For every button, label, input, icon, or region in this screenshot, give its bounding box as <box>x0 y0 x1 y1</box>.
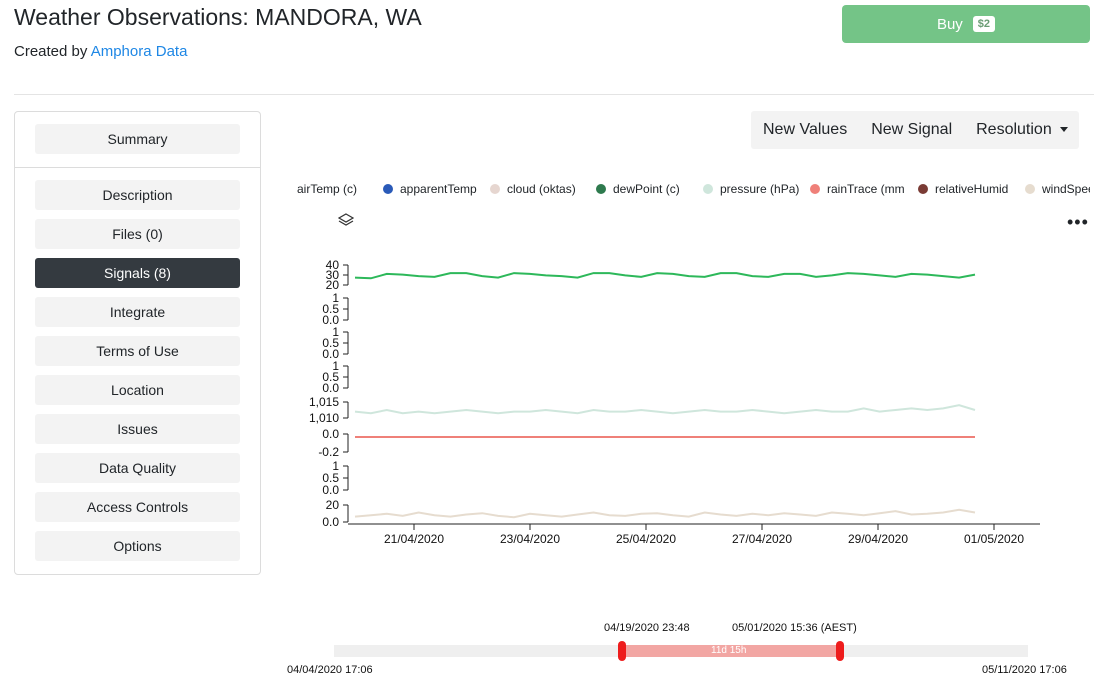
legend-item[interactable]: cloud (oktas) <box>490 182 576 196</box>
sidebar-item-files[interactable]: Files (0) <box>35 219 240 249</box>
series-line <box>354 404 976 415</box>
y-tick-label: 0.0 <box>322 427 339 441</box>
y-tick-label: 1 <box>332 459 339 473</box>
legend-item[interactable]: apparentTemp <box>383 182 477 196</box>
series-line <box>354 272 976 280</box>
created-by-label: Created by <box>14 43 88 60</box>
y-tick-label: 0.5 <box>322 302 339 316</box>
y-tick-label: 0.0 <box>322 515 339 529</box>
sidebar: Summary Description Files (0) Signals (8… <box>14 111 261 575</box>
series-line <box>354 508 976 519</box>
legend-item[interactable]: pressure (hPa) <box>703 182 799 196</box>
legend-dot <box>810 184 820 194</box>
more-options-icon[interactable]: ••• <box>1067 213 1089 231</box>
legend-dot <box>383 184 393 194</box>
chevron-down-icon <box>1059 127 1068 133</box>
buy-button[interactable]: Buy $2 <box>842 5 1090 43</box>
legend-label: rainTrace (mm <box>827 182 905 196</box>
x-tick-label: 29/04/2020 <box>848 532 908 546</box>
legend-label: airTemp (c) <box>297 182 358 196</box>
y-tick-label: 0.0 <box>322 347 339 361</box>
legend-label: cloud (oktas) <box>507 182 576 196</box>
range-handle-end <box>836 641 844 661</box>
layers-icon[interactable] <box>338 213 354 229</box>
sidebar-divider <box>15 167 260 168</box>
legend-label: windSpeed <box>1042 182 1090 196</box>
x-tick-label: 21/04/2020 <box>384 532 444 546</box>
y-tick-label: 1 <box>332 325 339 339</box>
sidebar-item-access-controls[interactable]: Access Controls <box>35 492 240 522</box>
y-tick-label: 0.5 <box>322 370 339 384</box>
sidebar-item-signals[interactable]: Signals (8) <box>35 258 240 288</box>
header-divider <box>14 94 1094 95</box>
y-tick-label: 0.0 <box>322 313 339 327</box>
author-link[interactable]: Amphora Data <box>91 43 188 60</box>
buy-label: Buy <box>936 15 963 33</box>
sidebar-item-description[interactable]: Description <box>35 180 240 210</box>
y-tick-label: 20 <box>326 498 340 512</box>
legend-dot <box>918 184 928 194</box>
range-full-end: 05/11/2020 17:06 <box>982 664 1067 676</box>
legend-label: apparentTemp <box>400 182 477 196</box>
x-tick-label: 27/04/2020 <box>732 532 792 546</box>
legend-item[interactable]: airTemp (c) <box>297 182 357 196</box>
page-title: Weather Observations: MANDORA, WA <box>14 4 422 30</box>
legend-label: dewPoint (c) <box>613 182 680 196</box>
new-signal-button[interactable]: New Signal <box>859 121 964 139</box>
chart-legend: airTemp (c) apparentTemp cloud (oktas) d… <box>290 180 1090 200</box>
legend-dot <box>703 184 713 194</box>
legend-dot <box>490 184 500 194</box>
y-tick-label: 0.5 <box>322 336 339 350</box>
y-tick-label: 40 <box>326 258 340 272</box>
legend-label: relativeHumid <box>935 182 1009 196</box>
sidebar-item-location[interactable]: Location <box>35 375 240 405</box>
sidebar-item-terms-of-use[interactable]: Terms of Use <box>35 336 240 366</box>
sidebar-item-options[interactable]: Options <box>35 531 240 561</box>
sidebar-item-summary[interactable]: Summary <box>35 124 240 154</box>
legend-dot <box>596 184 606 194</box>
legend-label: pressure (hPa) <box>720 182 800 196</box>
signal-toolbar: New Values New Signal Resolution <box>751 111 1079 149</box>
y-tick-label: 1 <box>332 291 339 305</box>
resolution-dropdown[interactable]: Resolution <box>964 121 1080 139</box>
y-tick-label: -0.2 <box>318 445 339 459</box>
x-tick-label: 23/04/2020 <box>500 532 560 546</box>
y-tick-label: 0.0 <box>322 483 339 497</box>
sidebar-item-data-quality[interactable]: Data Quality <box>35 453 240 483</box>
y-tick-label: 0.5 <box>322 471 339 485</box>
range-full-start: 04/04/2020 17:06 <box>287 664 373 676</box>
range-selection-end: 05/01/2020 15:36 (AEST) <box>732 622 857 634</box>
range-track <box>334 645 1028 657</box>
legend-item[interactable]: dewPoint (c) <box>596 182 680 196</box>
range-handle-start <box>618 641 626 661</box>
resolution-label: Resolution <box>976 121 1052 138</box>
new-values-button[interactable]: New Values <box>751 121 859 139</box>
y-tick-label: 1,015 <box>309 395 339 409</box>
y-tick-label: 1 <box>332 359 339 373</box>
sidebar-item-issues[interactable]: Issues <box>35 414 240 444</box>
y-tick-label: 1,010 <box>309 411 339 425</box>
created-by: Created by Amphora Data <box>14 43 187 60</box>
legend-item[interactable]: rainTrace (mm <box>810 182 905 196</box>
y-tick-label: 30 <box>326 268 340 282</box>
x-tick-label: 25/04/2020 <box>616 532 676 546</box>
range-selection-start: 04/19/2020 23:48 <box>604 622 690 634</box>
x-tick-label: 01/05/2020 <box>964 532 1024 546</box>
y-tick-label: 0.0 <box>322 381 339 395</box>
y-tick-label: 20 <box>326 278 340 292</box>
legend-item[interactable]: relativeHumid <box>918 182 1008 196</box>
legend-item[interactable]: windSpeed <box>1025 182 1090 196</box>
range-span-label: 11d 15h <box>711 645 747 656</box>
legend-dot <box>1025 184 1035 194</box>
price-badge: $2 <box>972 16 996 32</box>
sidebar-item-integrate[interactable]: Integrate <box>35 297 240 327</box>
